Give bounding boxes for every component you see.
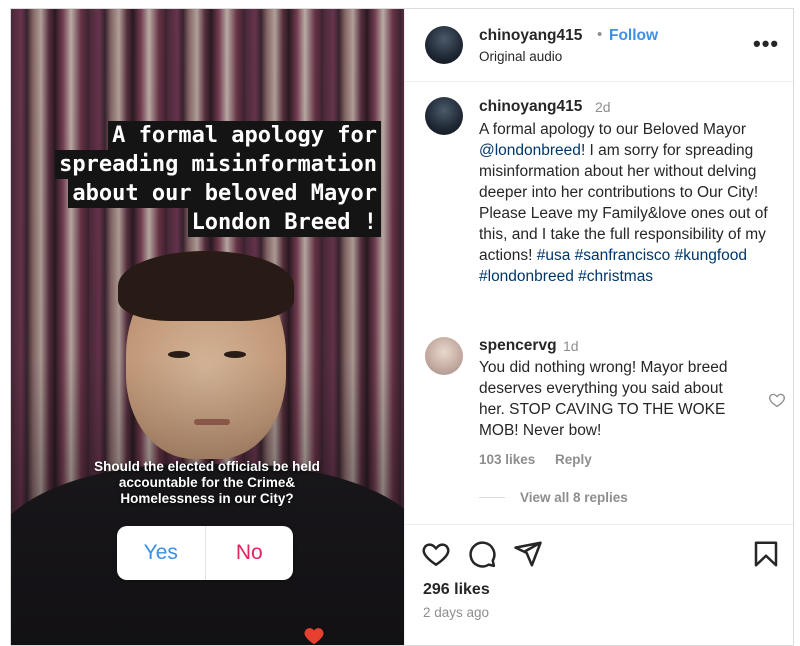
hashtag-link[interactable]: #kungfood	[675, 247, 747, 264]
replies-divider-line	[479, 497, 505, 498]
view-replies-button[interactable]: View all 8 replies	[520, 490, 628, 505]
overlay-line-4: London Breed !	[187, 208, 381, 237]
hashtag-link[interactable]: #londonbreed	[479, 268, 574, 285]
follow-button[interactable]: Follow	[609, 27, 658, 45]
poll-option-no[interactable]: No	[206, 526, 294, 580]
caption-body-end: ! I am sorry for spreading misinformatio…	[479, 142, 768, 264]
header-separator: •	[597, 26, 603, 43]
reel-video[interactable]: A formal apology for spreading misinform…	[11, 9, 404, 645]
more-options-icon[interactable]: •••	[753, 31, 779, 57]
caption-text: A formal apology to our Beloved Mayor @l…	[479, 119, 784, 287]
comment-username[interactable]: spencervg	[479, 337, 557, 355]
caption-timestamp: 2d	[595, 99, 611, 115]
mention-link[interactable]: @londonbreed	[479, 142, 581, 159]
post-side-panel: chinoyang415 • Follow Original audio •••…	[404, 9, 793, 645]
video-overlay-title: A formal apology for spreading misinform…	[33, 121, 381, 237]
share-icon[interactable]	[513, 539, 543, 569]
comment-like-heart-icon[interactable]	[768, 391, 786, 409]
comment-timestamp: 1d	[563, 338, 579, 354]
hashtag-link[interactable]: #christmas	[578, 268, 653, 285]
author-avatar[interactable]	[425, 26, 463, 64]
shirt-heart-logo	[304, 628, 324, 645]
comment-icon[interactable]	[467, 539, 497, 569]
caption-body-start: A formal apology to our Beloved Mayor	[479, 121, 747, 138]
poll-question: Should the elected officials be held acc…	[94, 459, 320, 506]
overlay-line-3: about our beloved Mayor	[68, 179, 381, 208]
post-likes-count[interactable]: 296 likes	[423, 581, 490, 599]
author-username[interactable]: chinoyang415	[479, 27, 582, 45]
post-modal: A formal apology for spreading misinform…	[10, 8, 794, 646]
heart-icon[interactable]	[421, 539, 451, 569]
comment-reply-button[interactable]: Reply	[555, 452, 592, 467]
comment-likes-count[interactable]: 103 likes	[479, 452, 535, 467]
caption-avatar[interactable]	[425, 97, 463, 135]
poll-sticker: Yes No	[117, 526, 293, 580]
poll-option-yes[interactable]: Yes	[117, 526, 206, 580]
comment-text: You did nothing wrong! Mayor breed deser…	[479, 359, 728, 439]
actions-divider	[405, 524, 793, 525]
post-timestamp[interactable]: 2 days ago	[423, 605, 489, 620]
hashtag-link[interactable]: #sanfrancisco	[575, 247, 671, 264]
caption-username[interactable]: chinoyang415	[479, 98, 582, 116]
overlay-line-1: A formal apology for	[108, 121, 381, 150]
audio-label[interactable]: Original audio	[479, 49, 562, 64]
bookmark-icon[interactable]	[751, 539, 781, 569]
commenter-avatar[interactable]	[425, 337, 463, 375]
overlay-line-2: spreading misinformation	[55, 150, 381, 179]
hashtag-link[interactable]: #usa	[537, 247, 571, 264]
post-header: chinoyang415 • Follow Original audio •••	[405, 9, 793, 82]
